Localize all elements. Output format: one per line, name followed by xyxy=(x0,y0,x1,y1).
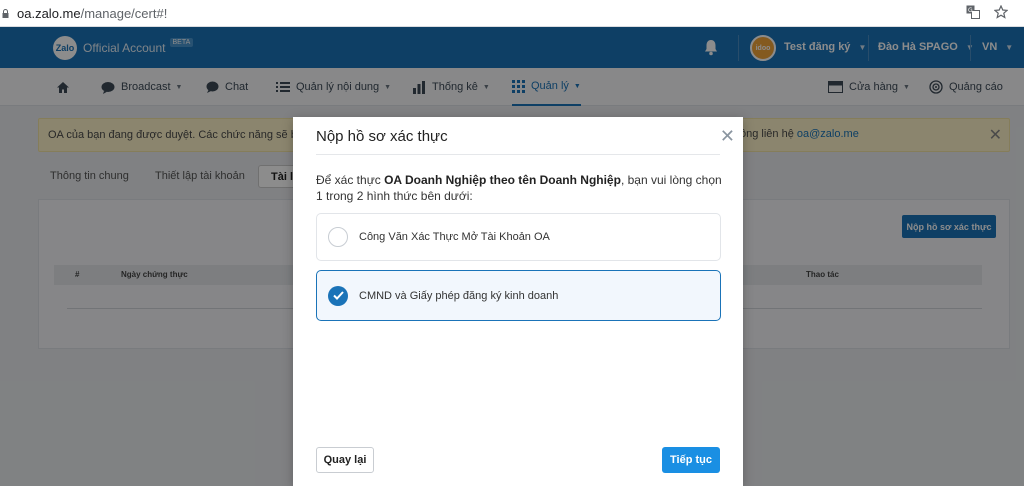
browser-address-bar[interactable]: oa.zalo.me/manage/cert#! G xyxy=(0,0,1024,27)
star-icon[interactable] xyxy=(994,5,1008,19)
checkmark-icon xyxy=(332,291,344,300)
modal-description: Để xác thực OA Doanh Nghiệp theo tên Doa… xyxy=(316,172,726,204)
desc-prefix: Để xác thực xyxy=(316,173,385,187)
modal-divider xyxy=(316,154,720,155)
url-path: /manage/cert#! xyxy=(80,5,168,21)
submit-verification-modal: Nộp hồ sơ xác thực ✕ Để xác thực OA Doan… xyxy=(293,117,743,486)
option-id-business-license[interactable]: CMND và Giấy phép đăng ký kinh doanh xyxy=(316,270,721,321)
lock-icon xyxy=(2,8,9,18)
option-label: Công Văn Xác Thực Mở Tài Khoản OA xyxy=(359,231,550,243)
modal-title: Nộp hồ sơ xác thực xyxy=(316,128,448,145)
url-host: oa.zalo.me xyxy=(17,5,81,21)
option-official-letter[interactable]: Công Văn Xác Thực Mở Tài Khoản OA xyxy=(316,213,721,261)
svg-text:G: G xyxy=(968,7,973,14)
radio-checked[interactable] xyxy=(328,285,348,306)
option-label: CMND và Giấy phép đăng ký kinh doanh xyxy=(359,289,559,302)
url-text[interactable]: oa.zalo.me/manage/cert#! xyxy=(17,6,167,21)
radio-unchecked[interactable] xyxy=(328,227,348,247)
back-button[interactable]: Quay lại xyxy=(316,447,374,473)
desc-bold: OA Doanh Nghiệp theo tên Doanh Nghiệp xyxy=(384,173,621,187)
continue-button[interactable]: Tiếp tục xyxy=(662,447,720,473)
close-icon[interactable]: ✕ xyxy=(720,126,735,147)
translate-icon[interactable]: G xyxy=(966,5,980,19)
